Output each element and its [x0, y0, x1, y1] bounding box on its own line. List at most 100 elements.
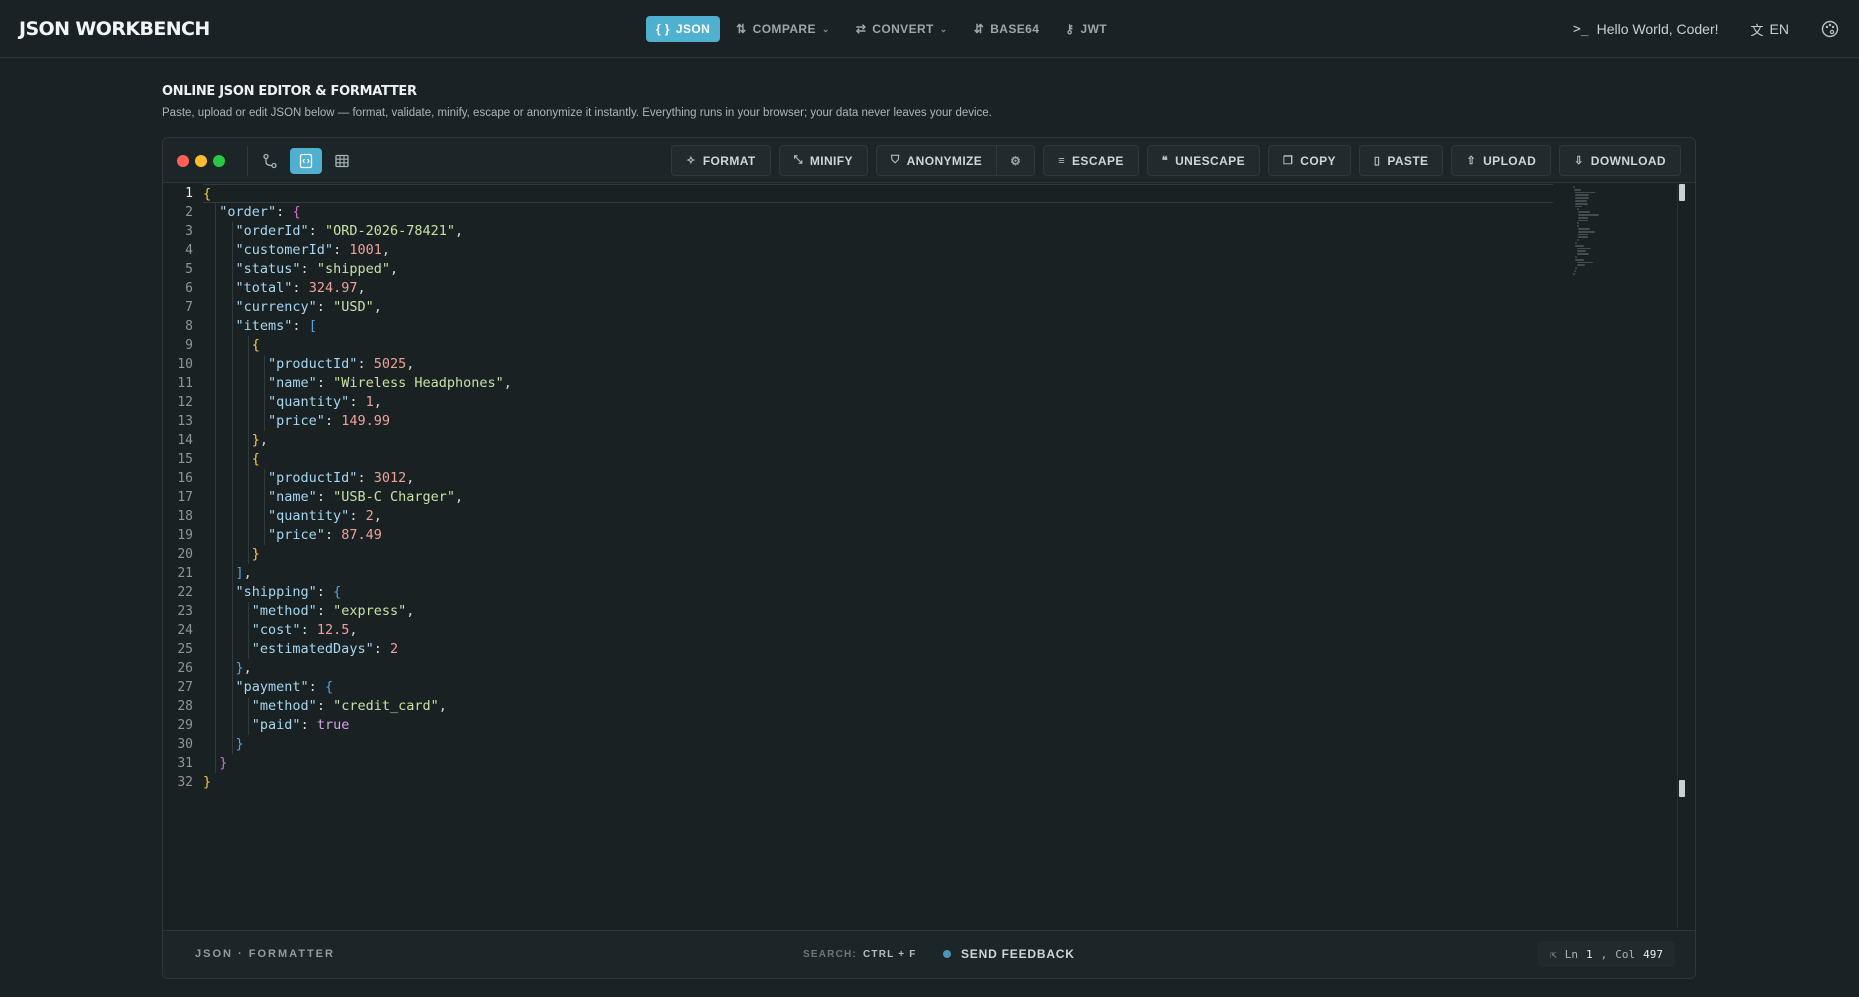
line-number: 31 [177, 756, 193, 771]
code-line[interactable]: "quantity": 2, [203, 507, 1573, 526]
minimap-line [1576, 264, 1585, 267]
code-line[interactable]: "paid": true [203, 716, 1573, 735]
code-line[interactable]: "quantity": 1, [203, 393, 1573, 412]
line-value: 1 [1586, 947, 1593, 961]
copy-icon: ❐ [1283, 155, 1294, 167]
code-line[interactable]: "payment": { [203, 678, 1573, 697]
paste-button[interactable]: ▯ PASTE [1358, 145, 1444, 176]
line-number-gutter: 1 2 3 4 5 6 7 8 9 10 11 12 13 14 15 16 17 18 19 20 21 22 23 24 2… [163, 184, 193, 792]
scrollbar-thumb-bottom[interactable] [1679, 780, 1685, 797]
main-nav: { } JSON ⇅ COMPARE ⌄ ⇄ CONVERT ⌄ ⇵ BASE64 ⚷ JWT [646, 16, 1117, 42]
greeting-text: Hello World, Coder! [1596, 21, 1719, 37]
code-line[interactable]: "shipping": { [203, 583, 1573, 602]
language-label: EN [1769, 21, 1789, 37]
code-line[interactable]: } [203, 754, 1573, 773]
indent-guide [247, 488, 249, 507]
indent-guide [231, 621, 233, 640]
code-line[interactable]: "method": "express", [203, 602, 1573, 621]
app-logo[interactable]: JSON WORKBENCH [19, 18, 210, 40]
code-line[interactable]: "total": 324.97, [203, 279, 1573, 298]
code-line[interactable]: }, [203, 659, 1573, 678]
nav-convert-icon: ⇄ [855, 22, 867, 36]
indent-guide [215, 317, 217, 336]
indent-guide [264, 355, 266, 374]
code-line[interactable]: "orderId": "ORD-2026-78421", [203, 222, 1573, 241]
scrollbar-thumb-top[interactable] [1679, 184, 1685, 201]
nav-base64[interactable]: ⇵ BASE64 [964, 16, 1050, 42]
send-feedback-button[interactable]: SEND FEEDBACK [943, 947, 1075, 961]
table-view-button[interactable] [326, 148, 358, 174]
line-number: 22 [177, 585, 193, 600]
code-line[interactable]: { [203, 336, 1573, 355]
greeting: >_ Hello World, Coder! [1573, 21, 1719, 37]
nav-convert[interactable]: ⇄ CONVERT ⌄ [846, 16, 958, 42]
code-lines[interactable]: { "order": { "orderId": "ORD-2026-78421"… [203, 184, 1573, 792]
code-line[interactable]: "productId": 5025, [203, 355, 1573, 374]
code-view-button[interactable] [290, 148, 322, 174]
chevron-down-icon: ⌄ [821, 23, 830, 34]
indent-guide [231, 336, 233, 355]
tree-view-button[interactable] [254, 148, 286, 174]
escape-button[interactable]: ≡ ESCAPE [1043, 145, 1139, 176]
translate-icon: 文 [1750, 22, 1764, 38]
format-button[interactable]: ✧ FORMAT [671, 145, 771, 176]
code-line[interactable]: "currency": "USD", [203, 298, 1573, 317]
indent-guide [264, 507, 266, 526]
minimap-line [1573, 272, 1575, 275]
code-editor[interactable]: 1 2 3 4 5 6 7 8 9 10 11 12 13 14 15 16 17 18 19 20 21 22 23 24 2… [163, 184, 1695, 929]
indent-guide [231, 260, 233, 279]
copy-label: COPY [1300, 153, 1336, 168]
code-line[interactable]: "price": 149.99 [203, 412, 1573, 431]
code-line[interactable]: "status": "shipped", [203, 260, 1573, 279]
nav-jwt[interactable]: ⚷ JWT [1055, 16, 1117, 42]
anonymize-button[interactable]: ⛉ ANONYMIZE [891, 154, 996, 168]
code-line[interactable]: "estimatedDays": 2 [203, 640, 1573, 659]
code-line[interactable]: "items": [ [203, 317, 1573, 336]
code-line[interactable]: } [203, 735, 1573, 754]
anonymize-settings-button[interactable]: ⚙ [996, 146, 1034, 175]
terminal-icon: >_ [1572, 21, 1589, 37]
code-line[interactable]: { [203, 450, 1573, 469]
download-button[interactable]: ⇩ DOWNLOAD [1559, 145, 1681, 176]
code-line[interactable]: { [203, 184, 1553, 203]
code-line[interactable]: "name": "Wireless Headphones", [203, 374, 1573, 393]
language-switcher[interactable]: 文 EN [1751, 20, 1789, 39]
window-maximize-dot [213, 155, 225, 167]
code-line[interactable]: } [203, 773, 1573, 792]
code-line[interactable]: "price": 87.49 [203, 526, 1573, 545]
code-line[interactable]: "cost": 12.5, [203, 621, 1573, 640]
indent-guide [231, 526, 233, 545]
nav-label: JWT [1080, 22, 1108, 36]
code-line[interactable]: } [203, 545, 1573, 564]
line-number: 27 [177, 680, 193, 695]
code-line[interactable]: "productId": 3012, [203, 469, 1573, 488]
vertical-scrollbar[interactable] [1677, 184, 1685, 929]
nav-json[interactable]: { } JSON [646, 16, 721, 42]
indent-guide [215, 374, 217, 393]
minimap-line [1577, 233, 1588, 236]
code-line[interactable]: ], [203, 564, 1573, 583]
code-line[interactable]: "method": "credit_card", [203, 697, 1573, 716]
table-icon [335, 154, 349, 168]
indent-guide [247, 374, 249, 393]
separator: , [1600, 947, 1608, 961]
anonymize-button-group: ⛉ ANONYMIZE ⚙ [875, 145, 1036, 176]
minify-button[interactable]: ⤡ MINIFY [778, 145, 868, 176]
code-line[interactable]: }, [203, 431, 1573, 450]
palette-icon [1821, 20, 1839, 38]
theme-button[interactable] [1821, 20, 1839, 38]
indent-guide [231, 393, 233, 412]
upload-button[interactable]: ⇧ UPLOAD [1451, 145, 1552, 176]
indent-guide [264, 488, 266, 507]
nav-compare[interactable]: ⇅ COMPARE ⌄ [726, 16, 840, 42]
line-number: 16 [177, 471, 193, 486]
unescape-button[interactable]: ❝ UNESCAPE [1146, 145, 1260, 176]
code-line[interactable]: "order": { [203, 203, 1573, 222]
indent-guide [231, 659, 233, 678]
code-line[interactable]: "name": "USB-C Charger", [203, 488, 1573, 507]
indent-guide [247, 507, 249, 526]
code-file-icon [299, 153, 313, 169]
minimap[interactable] [1573, 186, 1607, 275]
copy-button[interactable]: ❐ COPY [1268, 145, 1351, 176]
code-line[interactable]: "customerId": 1001, [203, 241, 1573, 260]
